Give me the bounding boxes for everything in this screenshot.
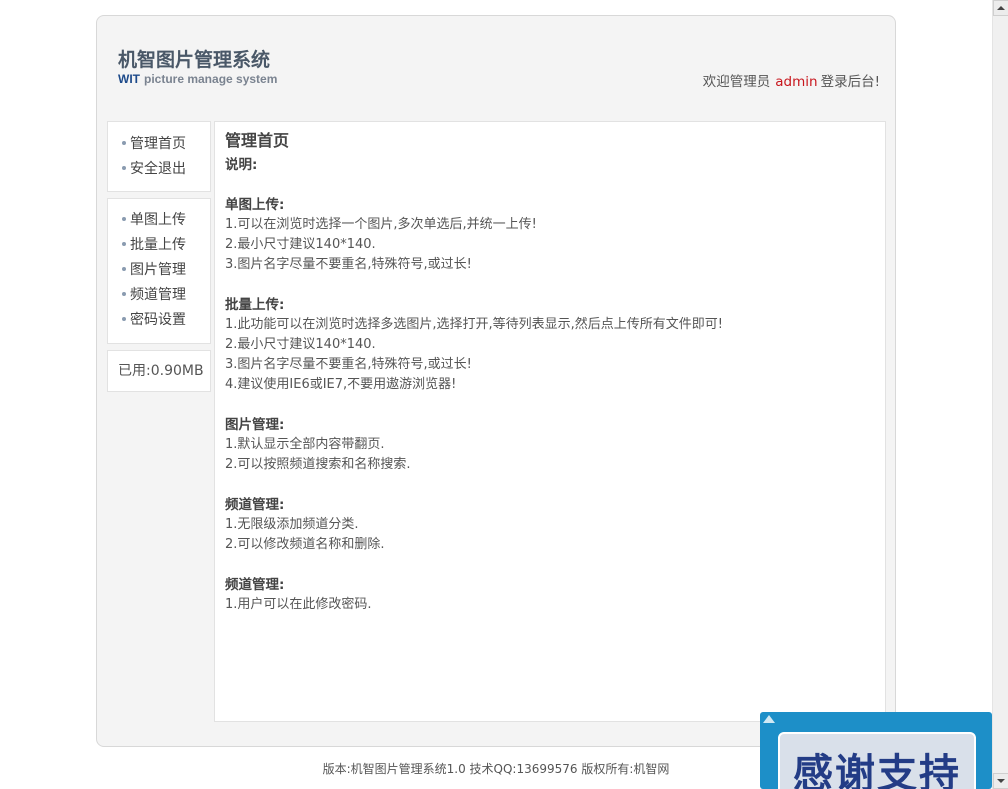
bullet-icon [122,165,126,170]
bullet-icon [122,291,126,296]
sidebar-item-label: 管理首页 [130,135,186,152]
sidebar-item-batch-upload[interactable]: 批量上传 [108,231,210,256]
section-line: 3.图片名字尽量不要重名,特殊符号,或过长! [225,257,472,272]
thanks-badge-panel: 感谢支持 [778,732,976,789]
section-single-upload: 单图上传: 1.可以在浏览时选择一个图片,多次单选后,并统一上传! 2.最小尺寸… [225,195,875,275]
section-line: 1.此功能可以在浏览时选择多选图片,选择打开,等待列表显示,然后点上传所有文件即… [225,317,724,332]
sidebar-item-logout[interactable]: 安全退出 [108,155,210,180]
sidebar-item-label: 单图上传 [130,211,186,228]
bullet-icon [122,316,126,321]
welcome-suffix: 登录后台! [820,74,880,90]
section-line: 1.可以在浏览时选择一个图片,多次单选后,并统一上传! [225,217,537,232]
bullet-icon [122,266,126,271]
section-password: 频道管理: 1.用户可以在此修改密码. [225,575,875,615]
section-title: 单图上传: [225,197,285,213]
section-title: 批量上传: [225,297,285,313]
section-line: 1.用户可以在此修改密码. [225,597,372,612]
arrow-up-icon [763,715,775,723]
sidebar-item-image-manage[interactable]: 图片管理 [108,256,210,281]
section-line: 1.无限级添加频道分类. [225,517,359,532]
thanks-badge-text: 感谢支持 [793,751,961,789]
scroll-up-button[interactable] [993,0,1008,16]
main-content: 管理首页 说明: 单图上传: 1.可以在浏览时选择一个图片,多次单选后,并统一上… [214,121,886,722]
section-line: 2.可以按照频道搜索和名称搜索. [225,457,411,472]
brand-title: 机智图片管理系统 [118,49,271,71]
brand-logo: 机智图片管理系统 WIT picture manage system [118,48,277,86]
intro-label: 说明: [225,157,258,173]
bullet-icon [122,241,126,246]
sidebar-group-main: 管理首页 安全退出 [107,121,211,192]
welcome-message: 欢迎管理员 admin 登录后台! [703,70,880,90]
section-image-manage: 图片管理: 1.默认显示全部内容带翻页. 2.可以按照频道搜索和名称搜索. [225,415,875,475]
thanks-support-badge[interactable]: 感谢支持 [760,712,992,789]
section-batch-upload: 批量上传: 1.此功能可以在浏览时选择多选图片,选择打开,等待列表显示,然后点上… [225,295,875,395]
section-title: 图片管理: [225,417,285,433]
page-title: 管理首页 [225,131,290,150]
arrow-down-icon [997,779,1005,783]
welcome-prefix: 欢迎管理员 [702,74,771,90]
storage-usage-box: 已用:0.90MB [107,350,211,392]
sidebar-item-home[interactable]: 管理首页 [108,130,210,155]
section-title: 频道管理: [225,497,285,513]
sidebar-item-label: 批量上传 [130,236,186,253]
sidebar-item-password[interactable]: 密码设置 [108,306,210,331]
sidebar-item-channel-manage[interactable]: 频道管理 [108,281,210,306]
sidebar-item-label: 安全退出 [130,160,186,177]
scroll-down-button[interactable] [993,773,1008,789]
brand-subtitle: WIT picture manage system [118,72,277,86]
page-frame: 机智图片管理系统 WIT picture manage system 欢迎管理员 a… [96,15,896,747]
section-line: 4.建议使用IE6或IE7,不要用遨游浏览器! [225,377,457,392]
section-line: 1.默认显示全部内容带翻页. [225,437,385,452]
sidebar-item-single-upload[interactable]: 单图上传 [108,206,210,231]
vertical-scrollbar[interactable] [992,0,1008,789]
storage-usage: 已用:0.90MB [118,363,204,379]
sidebar-item-label: 密码设置 [130,311,186,328]
sidebar-item-label: 图片管理 [130,261,186,278]
arrow-up-icon [997,6,1005,10]
section-line: 2.可以修改频道名称和删除. [225,537,385,552]
username-link[interactable]: admin [775,74,817,90]
section-channel-manage: 频道管理: 1.无限级添加频道分类. 2.可以修改频道名称和删除. [225,495,875,555]
brand-subtitle-text: picture manage system [144,72,278,86]
sidebar-group-functions: 单图上传 批量上传 图片管理 频道管理 密码设置 [107,198,211,344]
section-line: 2.最小尺寸建议140*140. [225,337,376,352]
section-line: 3.图片名字尽量不要重名,特殊符号,或过长! [225,357,472,372]
bullet-icon [122,216,126,221]
sidebar-item-label: 频道管理 [130,286,186,303]
section-line: 2.最小尺寸建议140*140. [225,237,376,252]
brand-subtitle-wit: WIT [118,72,140,86]
section-title: 频道管理: [225,577,285,593]
bullet-icon [122,140,126,145]
